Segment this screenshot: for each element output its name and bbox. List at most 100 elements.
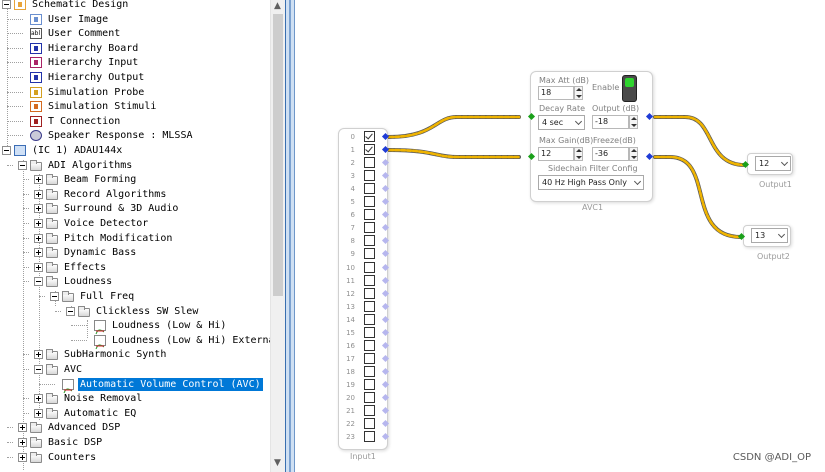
tree-item[interactable]: Surround & 3D Audio xyxy=(0,201,270,216)
input-channel-checkbox[interactable] xyxy=(364,405,375,417)
tree-item[interactable]: Dynamic Bass xyxy=(0,245,270,260)
input-channel-checkbox[interactable] xyxy=(364,352,375,364)
tree-item[interactable]: (IC 1) ADAU144x xyxy=(0,143,270,158)
expand-icon[interactable] xyxy=(18,423,27,433)
input-channel-checkbox[interactable] xyxy=(364,418,375,430)
expand-icon[interactable] xyxy=(34,394,43,404)
output-db-spinner[interactable] xyxy=(629,115,638,129)
expand-icon[interactable] xyxy=(34,175,43,185)
tree-item[interactable]: Automatic EQ xyxy=(0,406,270,421)
tree-item[interactable]: ADI Algorithms xyxy=(0,158,270,173)
input-channel-checkbox[interactable] xyxy=(364,222,375,234)
input-channel-checkbox[interactable] xyxy=(364,144,375,156)
tree-item[interactable]: Advanced DSP xyxy=(0,420,270,435)
input-channel-checkbox[interactable] xyxy=(364,392,375,403)
tree-item[interactable]: AVC xyxy=(0,362,270,377)
wire-ch0-to-avc[interactable] xyxy=(387,115,521,139)
tree-item[interactable]: User Image xyxy=(0,12,270,27)
panel-splitter[interactable] xyxy=(285,0,295,472)
tree-item[interactable]: Pitch Modification xyxy=(0,231,270,246)
max-gain-spinner[interactable] xyxy=(574,147,583,161)
expand-icon[interactable] xyxy=(34,219,43,228)
tree-item[interactable]: T Connection xyxy=(0,114,270,129)
schematic-canvas[interactable]: Input1 Max Att (dB) 18 Enable Decay Rate… xyxy=(295,0,825,472)
tree-item[interactable]: Noise Removal xyxy=(0,391,270,406)
input-channel-checkbox[interactable] xyxy=(364,170,375,182)
tree-item[interactable]: Hierarchy Output xyxy=(0,70,270,85)
input-channel-checkbox[interactable] xyxy=(364,235,375,247)
input-channel-checkbox[interactable] xyxy=(364,261,375,273)
input-channel-checkbox[interactable] xyxy=(364,183,375,195)
input-channel-checkbox[interactable] xyxy=(364,274,375,286)
input-channel-checkbox[interactable] xyxy=(364,157,375,169)
collapse-icon[interactable] xyxy=(50,292,59,301)
expand-icon[interactable] xyxy=(18,438,27,447)
scrollbar-thumb[interactable] xyxy=(273,14,283,296)
scroll-down-icon[interactable]: ▼ xyxy=(274,458,281,468)
tree-item[interactable]: Beam Forming xyxy=(0,172,270,187)
tree-item[interactable]: Hierarchy Input xyxy=(0,55,270,70)
max-att-field[interactable]: 18 xyxy=(538,86,574,100)
tree-item[interactable]: Loudness xyxy=(0,274,270,289)
input-channel-checkbox[interactable] xyxy=(364,431,375,443)
collapse-icon[interactable] xyxy=(18,160,27,170)
expand-icon[interactable] xyxy=(34,350,43,360)
folder-icon xyxy=(46,393,58,405)
input-channel-checkbox[interactable] xyxy=(364,339,375,351)
expand-icon[interactable] xyxy=(34,204,43,214)
enable-toggle[interactable] xyxy=(622,75,637,102)
tree-item[interactable]: Record Algorithms xyxy=(0,187,270,202)
tree-item[interactable]: SubHarmonic Synth xyxy=(0,347,270,362)
input-channel-checkbox[interactable] xyxy=(364,196,375,208)
collapse-icon[interactable] xyxy=(66,306,75,316)
tree-item[interactable]: Simulation Stimuli xyxy=(0,99,270,114)
expand-icon[interactable] xyxy=(18,452,27,462)
freeze-field[interactable]: -36 xyxy=(592,147,629,161)
tree-item[interactable]: Voice Detector xyxy=(0,216,270,231)
scroll-up-icon[interactable]: ▲ xyxy=(274,1,281,11)
collapse-icon[interactable] xyxy=(2,146,11,155)
tree-item[interactable]: Hierarchy Board xyxy=(0,41,270,56)
tree-item[interactable]: Simulation Probe xyxy=(0,85,270,100)
output1-select[interactable]: 12 xyxy=(755,156,791,171)
input-channel-checkbox[interactable] xyxy=(364,378,375,390)
expand-icon[interactable] xyxy=(34,408,43,418)
input-channel-checkbox[interactable] xyxy=(364,287,375,299)
tree-item[interactable]: Automatic Volume Control (AVC) xyxy=(0,377,270,393)
collapse-icon[interactable] xyxy=(34,277,43,287)
input-channel-checkbox[interactable] xyxy=(364,326,375,338)
max-att-spinner[interactable] xyxy=(574,86,583,100)
input-channel-checkbox[interactable] xyxy=(364,300,375,312)
expand-icon[interactable] xyxy=(34,233,43,243)
tree-item[interactable]: Clickless SW Slew xyxy=(0,304,270,319)
freeze-spinner[interactable] xyxy=(629,147,638,161)
wire-avc-to-output2[interactable] xyxy=(653,155,743,239)
toolbox-tree[interactable]: Schematic Design User Image abl User Commen… xyxy=(0,0,270,472)
tree-item[interactable]: Counters xyxy=(0,450,270,465)
collapse-icon[interactable] xyxy=(2,0,11,9)
tree-item[interactable]: Loudness (Low & Hi) xyxy=(0,318,270,335)
tree-scrollbar[interactable]: ▲ ▼ xyxy=(270,0,285,472)
output2-select[interactable]: 13 xyxy=(751,228,788,243)
tree-item[interactable]: Effects xyxy=(0,260,270,275)
input-channel-checkbox[interactable] xyxy=(364,365,375,377)
input-channel-checkbox[interactable] xyxy=(364,248,375,260)
collapse-icon[interactable] xyxy=(34,365,43,374)
expand-icon[interactable] xyxy=(34,248,43,258)
tree-item[interactable]: Loudness (Low & Hi) Externa xyxy=(0,333,270,349)
tree-item-label: T Connection xyxy=(48,115,121,127)
expand-icon[interactable] xyxy=(34,262,43,272)
sidechain-select[interactable]: 40 Hz High Pass Only xyxy=(538,175,644,190)
max-gain-field[interactable]: 12 xyxy=(538,147,574,161)
tree-item[interactable]: Full Freq xyxy=(0,289,270,304)
input-channel-number: 1 xyxy=(350,146,355,155)
tree-item[interactable]: Schematic Design xyxy=(0,0,270,12)
input-channel-checkbox[interactable] xyxy=(364,313,375,325)
input-channel-checkbox[interactable] xyxy=(364,209,375,221)
tree-item[interactable]: abl User Comment xyxy=(0,26,270,41)
input-channel-checkbox[interactable] xyxy=(364,131,375,142)
tree-item[interactable]: Speaker Response : MLSSA xyxy=(0,128,270,143)
tree-item[interactable]: Basic DSP xyxy=(0,435,270,450)
expand-icon[interactable] xyxy=(34,189,43,199)
decay-rate-select[interactable]: 4 sec xyxy=(538,115,585,130)
